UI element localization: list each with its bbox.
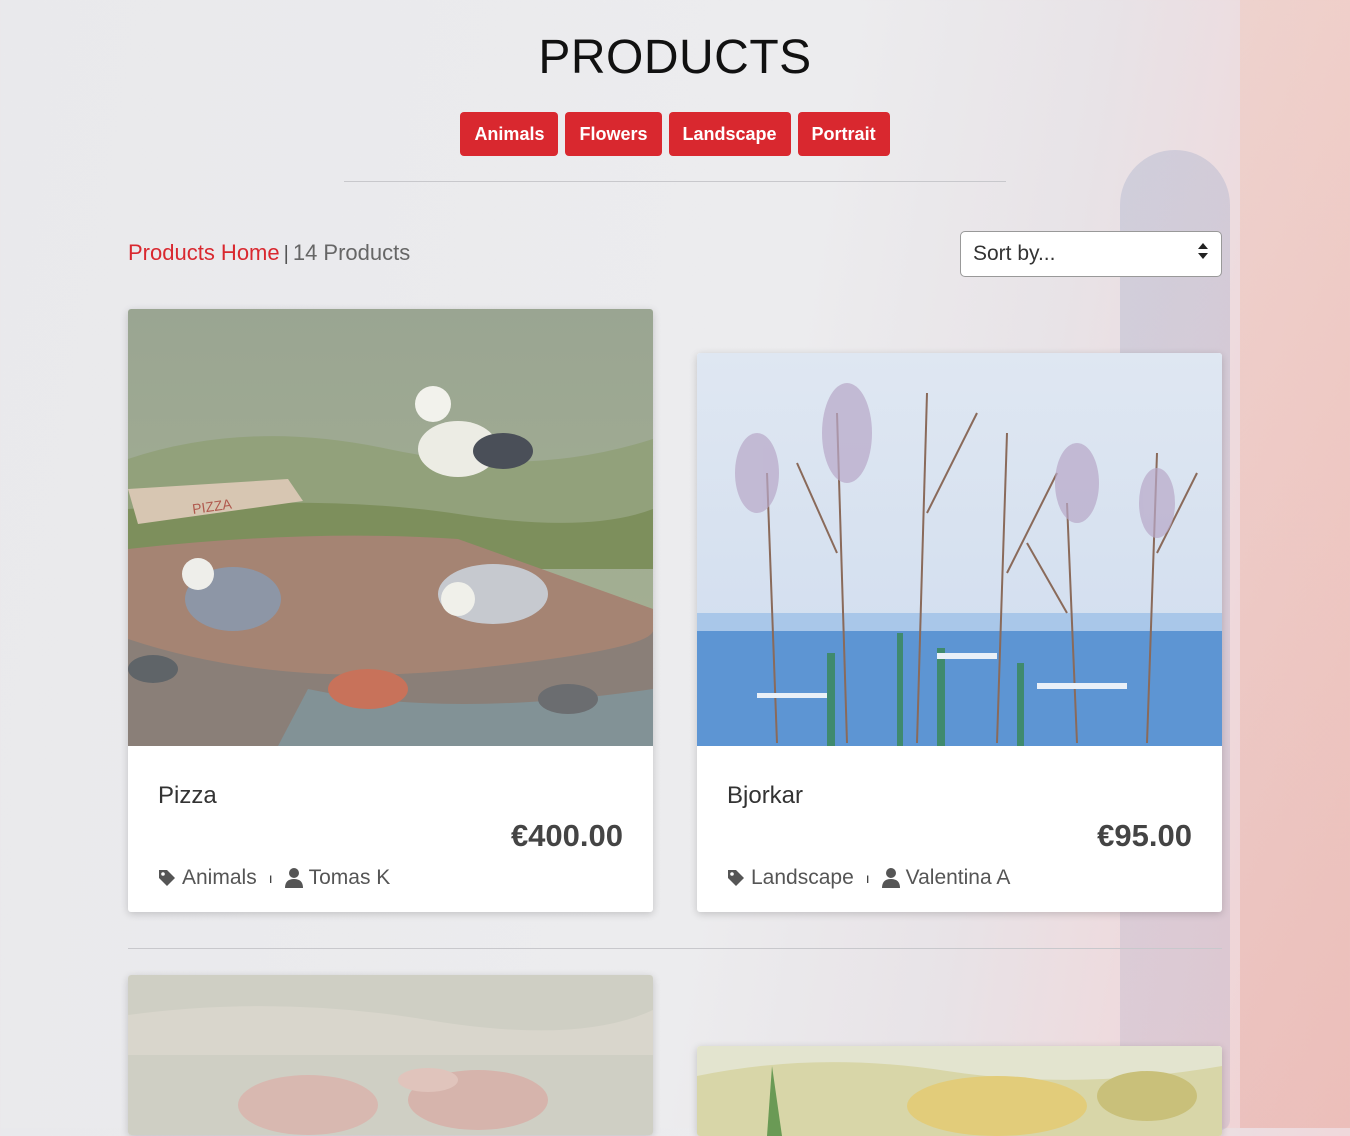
product-card[interactable] — [128, 975, 653, 1135]
category-landscape-button[interactable]: Landscape — [668, 112, 791, 156]
product-count: 14 Products — [292, 240, 411, 265]
product-category-link[interactable]: Landscape — [751, 866, 854, 890]
sort-select[interactable]: Sort by... — [960, 231, 1222, 277]
product-card-body: Pizza €400.00 Animals ı Tomas K — [128, 746, 653, 912]
product-image[interactable] — [128, 975, 653, 1135]
product-card[interactable] — [697, 1046, 1222, 1136]
header-divider — [344, 181, 1006, 182]
user-icon — [284, 868, 303, 888]
category-flowers-button[interactable]: Flowers — [565, 112, 662, 156]
products-page: PRODUCTS Animals Flowers Landscape Portr… — [0, 0, 1350, 1136]
product-card[interactable]: Bjorkar €95.00 Landscape ı Valentina A — [697, 353, 1222, 912]
meta-separator: ı — [268, 870, 273, 886]
product-image[interactable] — [697, 1046, 1222, 1136]
product-image-pizza[interactable]: PIZZA — [128, 309, 653, 746]
sort-arrows-icon — [1197, 242, 1209, 266]
product-image-bjorkar[interactable] — [697, 353, 1222, 746]
row-divider — [128, 948, 1222, 949]
breadcrumb: Products Home | 14 Products — [128, 240, 410, 266]
meta-separator: ı — [865, 870, 870, 886]
product-price: €400.00 — [510, 818, 623, 853]
product-name[interactable]: Pizza — [158, 782, 217, 810]
tag-icon — [159, 870, 175, 886]
product-artist: Tomas K — [308, 866, 391, 889]
category-buttons: Animals Flowers Landscape Portrait — [0, 112, 1350, 156]
category-portrait-button[interactable]: Portrait — [797, 112, 890, 156]
products-home-link[interactable]: Products Home — [128, 240, 280, 265]
product-meta: Animals ı Tomas K — [158, 866, 390, 890]
tag-icon — [728, 870, 744, 886]
product-category-link[interactable]: Animals — [182, 866, 257, 890]
product-card-body: Bjorkar €95.00 Landscape ı Valentina A — [697, 746, 1222, 912]
product-card[interactable]: PIZZA Pizza €400.00 Animals ı Tomas K — [128, 309, 653, 912]
product-meta: Landscape ı Valentina A — [727, 866, 1010, 890]
product-artist: Valentina A — [905, 866, 1011, 889]
page-title: PRODUCTS — [538, 31, 812, 84]
user-icon — [881, 868, 900, 888]
product-name[interactable]: Bjorkar — [727, 782, 803, 810]
breadcrumb-separator: | — [283, 243, 289, 265]
sort-select-label: Sort by... — [973, 242, 1056, 265]
product-price: €95.00 — [1097, 818, 1192, 853]
category-animals-button[interactable]: Animals — [460, 112, 559, 156]
